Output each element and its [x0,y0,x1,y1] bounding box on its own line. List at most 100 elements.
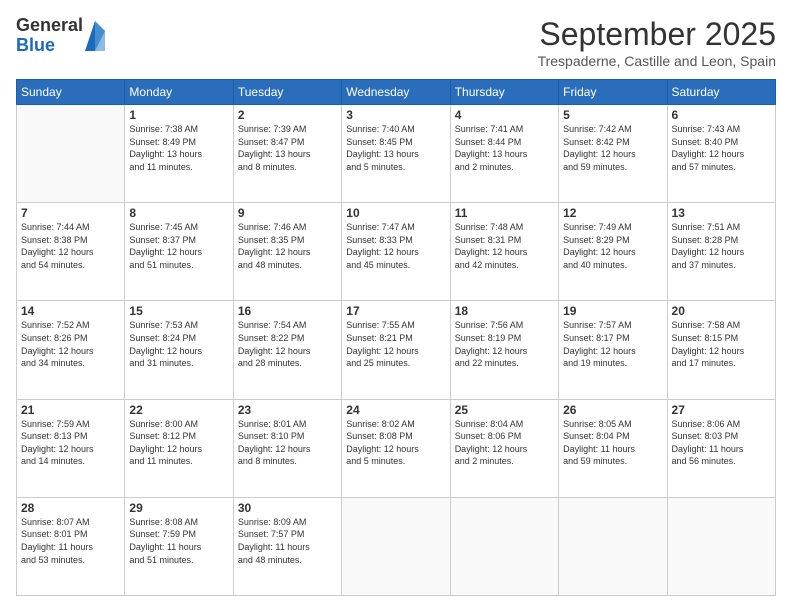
day-info: Sunrise: 7:51 AMSunset: 8:28 PMDaylight:… [672,221,771,271]
day-info: Sunrise: 7:42 AMSunset: 8:42 PMDaylight:… [563,123,662,173]
day-cell: 3Sunrise: 7:40 AMSunset: 8:45 PMDaylight… [342,105,450,203]
day-number: 21 [21,403,120,417]
week-row-4: 21Sunrise: 7:59 AMSunset: 8:13 PMDayligh… [17,399,776,497]
day-number: 23 [238,403,337,417]
day-info: Sunrise: 7:52 AMSunset: 8:26 PMDaylight:… [21,319,120,369]
day-cell: 29Sunrise: 8:08 AMSunset: 7:59 PMDayligh… [125,497,233,595]
week-row-3: 14Sunrise: 7:52 AMSunset: 8:26 PMDayligh… [17,301,776,399]
header-tuesday: Tuesday [233,80,341,105]
day-info: Sunrise: 7:57 AMSunset: 8:17 PMDaylight:… [563,319,662,369]
day-number: 18 [455,304,554,318]
day-info: Sunrise: 8:01 AMSunset: 8:10 PMDaylight:… [238,418,337,468]
day-number: 30 [238,501,337,515]
day-info: Sunrise: 7:59 AMSunset: 8:13 PMDaylight:… [21,418,120,468]
day-info: Sunrise: 8:00 AMSunset: 8:12 PMDaylight:… [129,418,228,468]
day-number: 11 [455,206,554,220]
day-number: 26 [563,403,662,417]
day-cell: 25Sunrise: 8:04 AMSunset: 8:06 PMDayligh… [450,399,558,497]
day-info: Sunrise: 7:48 AMSunset: 8:31 PMDaylight:… [455,221,554,271]
day-info: Sunrise: 7:54 AMSunset: 8:22 PMDaylight:… [238,319,337,369]
day-cell: 21Sunrise: 7:59 AMSunset: 8:13 PMDayligh… [17,399,125,497]
day-info: Sunrise: 7:44 AMSunset: 8:38 PMDaylight:… [21,221,120,271]
day-number: 17 [346,304,445,318]
day-number: 14 [21,304,120,318]
day-number: 8 [129,206,228,220]
day-cell: 28Sunrise: 8:07 AMSunset: 8:01 PMDayligh… [17,497,125,595]
day-cell: 22Sunrise: 8:00 AMSunset: 8:12 PMDayligh… [125,399,233,497]
header: General Blue September 2025 Trespaderne,… [16,16,776,69]
day-info: Sunrise: 7:47 AMSunset: 8:33 PMDaylight:… [346,221,445,271]
day-number: 9 [238,206,337,220]
logo-general: General [16,16,83,36]
day-info: Sunrise: 7:41 AMSunset: 8:44 PMDaylight:… [455,123,554,173]
header-friday: Friday [559,80,667,105]
day-cell: 27Sunrise: 8:06 AMSunset: 8:03 PMDayligh… [667,399,775,497]
day-cell: 17Sunrise: 7:55 AMSunset: 8:21 PMDayligh… [342,301,450,399]
day-number: 7 [21,206,120,220]
day-cell: 5Sunrise: 7:42 AMSunset: 8:42 PMDaylight… [559,105,667,203]
day-cell [450,497,558,595]
day-cell: 24Sunrise: 8:02 AMSunset: 8:08 PMDayligh… [342,399,450,497]
day-cell: 6Sunrise: 7:43 AMSunset: 8:40 PMDaylight… [667,105,775,203]
day-info: Sunrise: 7:39 AMSunset: 8:47 PMDaylight:… [238,123,337,173]
logo: General Blue [16,16,105,56]
day-cell [559,497,667,595]
day-cell: 30Sunrise: 8:09 AMSunset: 7:57 PMDayligh… [233,497,341,595]
title-block: September 2025 Trespaderne, Castille and… [538,16,776,69]
day-cell: 19Sunrise: 7:57 AMSunset: 8:17 PMDayligh… [559,301,667,399]
day-info: Sunrise: 7:45 AMSunset: 8:37 PMDaylight:… [129,221,228,271]
header-sunday: Sunday [17,80,125,105]
month-title: September 2025 [538,16,776,53]
day-cell: 8Sunrise: 7:45 AMSunset: 8:37 PMDaylight… [125,203,233,301]
header-thursday: Thursday [450,80,558,105]
day-info: Sunrise: 7:40 AMSunset: 8:45 PMDaylight:… [346,123,445,173]
day-number: 10 [346,206,445,220]
day-cell: 10Sunrise: 7:47 AMSunset: 8:33 PMDayligh… [342,203,450,301]
day-cell: 14Sunrise: 7:52 AMSunset: 8:26 PMDayligh… [17,301,125,399]
week-row-1: 1Sunrise: 7:38 AMSunset: 8:49 PMDaylight… [17,105,776,203]
day-number: 3 [346,108,445,122]
day-number: 28 [21,501,120,515]
day-number: 25 [455,403,554,417]
day-number: 2 [238,108,337,122]
day-info: Sunrise: 7:46 AMSunset: 8:35 PMDaylight:… [238,221,337,271]
calendar-header-row: SundayMondayTuesdayWednesdayThursdayFrid… [17,80,776,105]
day-cell: 20Sunrise: 7:58 AMSunset: 8:15 PMDayligh… [667,301,775,399]
day-info: Sunrise: 8:09 AMSunset: 7:57 PMDaylight:… [238,516,337,566]
day-cell: 12Sunrise: 7:49 AMSunset: 8:29 PMDayligh… [559,203,667,301]
day-number: 22 [129,403,228,417]
day-number: 5 [563,108,662,122]
day-number: 15 [129,304,228,318]
day-info: Sunrise: 7:49 AMSunset: 8:29 PMDaylight:… [563,221,662,271]
day-info: Sunrise: 8:02 AMSunset: 8:08 PMDaylight:… [346,418,445,468]
day-info: Sunrise: 7:43 AMSunset: 8:40 PMDaylight:… [672,123,771,173]
week-row-5: 28Sunrise: 8:07 AMSunset: 8:01 PMDayligh… [17,497,776,595]
day-cell: 9Sunrise: 7:46 AMSunset: 8:35 PMDaylight… [233,203,341,301]
day-cell: 26Sunrise: 8:05 AMSunset: 8:04 PMDayligh… [559,399,667,497]
week-row-2: 7Sunrise: 7:44 AMSunset: 8:38 PMDaylight… [17,203,776,301]
day-info: Sunrise: 7:56 AMSunset: 8:19 PMDaylight:… [455,319,554,369]
day-info: Sunrise: 8:08 AMSunset: 7:59 PMDaylight:… [129,516,228,566]
header-saturday: Saturday [667,80,775,105]
day-number: 24 [346,403,445,417]
day-cell [17,105,125,203]
day-number: 12 [563,206,662,220]
location: Trespaderne, Castille and Leon, Spain [538,53,776,69]
day-number: 13 [672,206,771,220]
day-info: Sunrise: 8:06 AMSunset: 8:03 PMDaylight:… [672,418,771,468]
day-info: Sunrise: 7:55 AMSunset: 8:21 PMDaylight:… [346,319,445,369]
day-cell: 15Sunrise: 7:53 AMSunset: 8:24 PMDayligh… [125,301,233,399]
logo-blue: Blue [16,36,83,56]
logo-text: General Blue [16,16,83,56]
day-info: Sunrise: 8:05 AMSunset: 8:04 PMDaylight:… [563,418,662,468]
day-cell [342,497,450,595]
day-number: 27 [672,403,771,417]
day-number: 1 [129,108,228,122]
day-info: Sunrise: 7:53 AMSunset: 8:24 PMDaylight:… [129,319,228,369]
calendar-page: General Blue September 2025 Trespaderne,… [0,0,792,612]
day-cell [667,497,775,595]
day-cell: 23Sunrise: 8:01 AMSunset: 8:10 PMDayligh… [233,399,341,497]
day-info: Sunrise: 7:58 AMSunset: 8:15 PMDaylight:… [672,319,771,369]
day-number: 6 [672,108,771,122]
calendar-table: SundayMondayTuesdayWednesdayThursdayFrid… [16,79,776,596]
